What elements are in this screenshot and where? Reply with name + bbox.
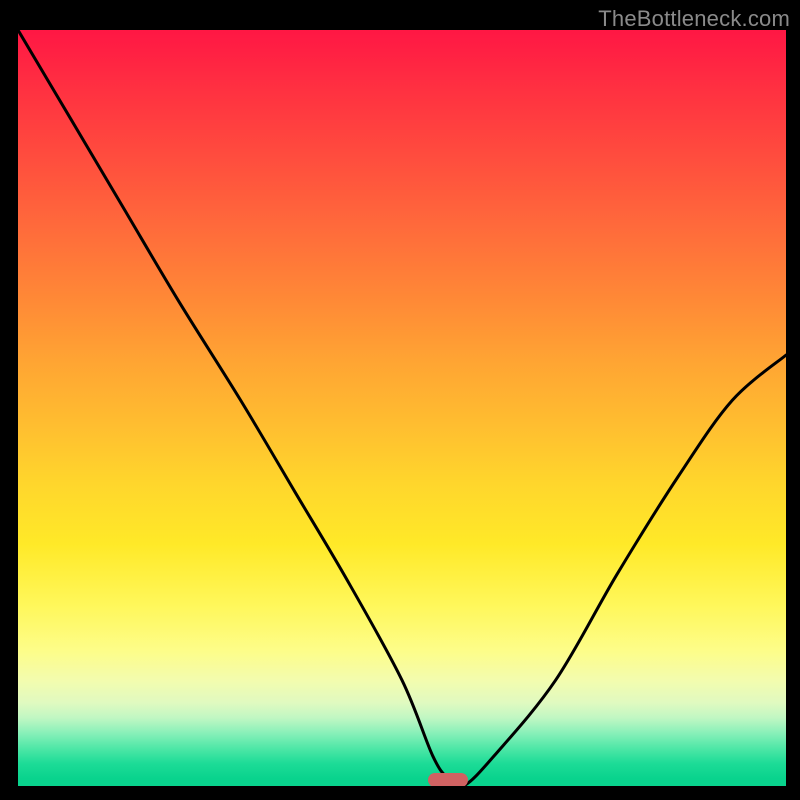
optimal-marker bbox=[428, 773, 468, 786]
chart-container: TheBottleneck.com bbox=[0, 0, 800, 800]
bottleneck-curve bbox=[18, 30, 786, 786]
plot-area bbox=[18, 30, 786, 786]
watermark-label: TheBottleneck.com bbox=[598, 6, 790, 32]
